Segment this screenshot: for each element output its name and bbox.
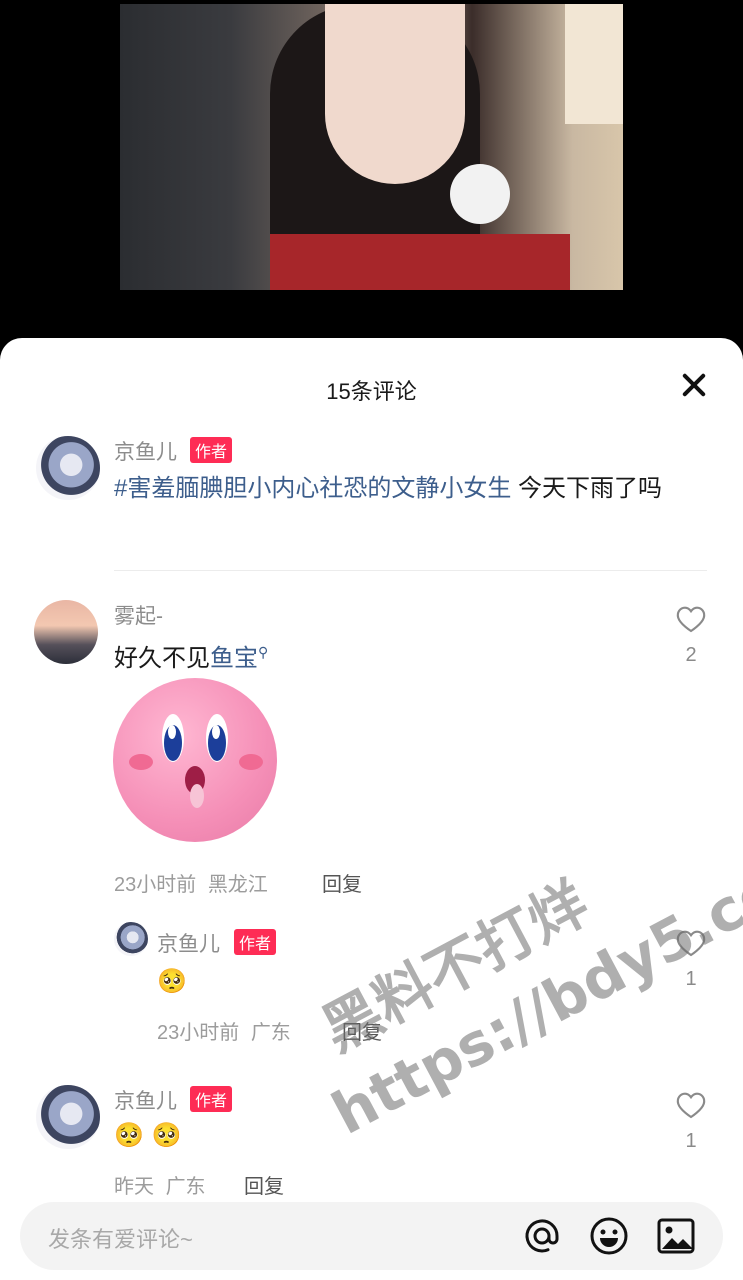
post-caption: #害羞腼腆胆小内心社恐的文静小女生 今天下雨了吗	[114, 470, 714, 507]
comment-input-placeholder: 发条有爱评论~	[48, 1227, 193, 1252]
reply-meta: 23小时前 广东	[157, 1016, 291, 1045]
author-badge: 作者	[234, 929, 277, 955]
comment-location: 黑龙江	[207, 874, 268, 896]
like-button[interactable]: 1	[674, 928, 708, 991]
like-count: 2	[685, 644, 697, 666]
video-fur	[450, 164, 510, 224]
avatar[interactable]	[114, 922, 148, 956]
divider	[114, 570, 707, 571]
emoji-icon[interactable]	[589, 1216, 629, 1256]
like-count: 1	[685, 1130, 697, 1152]
video-dress	[270, 234, 570, 290]
comment-sheet: 15条评论 京鱼儿 作者 #害羞腼腆胆小内心社恐的文静小女生 今天下雨了吗 雾起…	[0, 338, 743, 1280]
video-poster	[565, 4, 623, 124]
at-icon[interactable]	[522, 1216, 562, 1256]
reply-button[interactable]: 回复	[322, 868, 362, 897]
like-button[interactable]: 2	[674, 604, 708, 667]
like-count: 1	[685, 968, 697, 990]
video-player[interactable]	[120, 4, 623, 290]
comment-header: 15条评论	[0, 338, 743, 438]
post-author-name[interactable]: 京鱼儿	[114, 436, 177, 466]
comment-text: 好久不见鱼宝⚲	[114, 634, 268, 677]
close-icon[interactable]	[681, 372, 707, 398]
search-icon[interactable]: ⚲	[258, 644, 268, 660]
reply-button[interactable]: 回复	[244, 1170, 284, 1199]
reply-button[interactable]: 回复	[342, 1016, 382, 1045]
comment-time: 昨天	[114, 1176, 154, 1198]
comment-count-title: 15条评论	[326, 379, 417, 404]
video-face	[325, 4, 465, 184]
comment-username[interactable]: 雾起-	[114, 600, 163, 630]
hashtag-link[interactable]: #害羞腼腆胆小内心社恐的文静小女生	[114, 475, 511, 502]
reply-time: 23小时前	[157, 1022, 240, 1044]
comment-meta: 昨天 广东	[114, 1170, 206, 1199]
comment-location: 广东	[165, 1176, 206, 1198]
comment-time: 23小时前	[114, 874, 197, 896]
heart-icon	[676, 930, 706, 957]
comment-meta: 23小时前 黑龙江	[114, 868, 268, 897]
comment-username[interactable]: 京鱼儿	[114, 1085, 177, 1115]
heart-icon	[676, 1092, 706, 1119]
comment-input[interactable]: 发条有爱评论~	[20, 1202, 723, 1270]
avatar[interactable]	[34, 600, 98, 664]
comment-text-main: 好久不见	[114, 645, 210, 672]
kirby-sticker[interactable]	[113, 678, 277, 842]
kirby-face-icon	[129, 714, 263, 808]
heart-icon	[676, 606, 706, 633]
reply-username[interactable]: 京鱼儿	[157, 928, 220, 958]
reply-location: 广东	[250, 1022, 291, 1044]
search-link[interactable]: 鱼宝	[210, 645, 258, 672]
post-caption-text: 今天下雨了吗	[511, 475, 663, 502]
author-badge: 作者	[190, 437, 233, 463]
image-icon[interactable]	[656, 1216, 696, 1256]
avatar[interactable]	[36, 1085, 100, 1149]
reply-emoji: 🥺	[157, 967, 187, 995]
author-badge: 作者	[190, 1086, 233, 1112]
avatar[interactable]	[36, 436, 100, 500]
comment-emoji: 🥺 🥺	[114, 1121, 182, 1149]
like-button[interactable]: 1	[674, 1090, 708, 1153]
